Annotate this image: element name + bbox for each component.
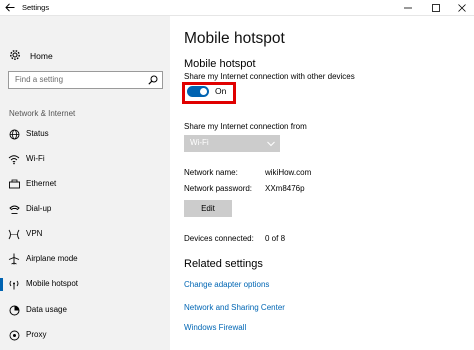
airplane-icon (8, 253, 20, 265)
sidebar-item-vpn[interactable]: VPN (0, 222, 170, 246)
data-usage-icon (8, 304, 20, 316)
network-name-label: Network name: (184, 168, 238, 177)
sidebar-item-status[interactable]: Status (0, 122, 170, 146)
search-input[interactable]: Find a setting (8, 71, 163, 89)
home-link[interactable]: Home (9, 49, 53, 63)
chevron-down-icon (267, 139, 275, 149)
minimize-icon[interactable] (396, 0, 420, 16)
sidebar-item-label: VPN (26, 229, 43, 238)
devices-connected-value: 0 of 8 (265, 234, 286, 243)
devices-connected-label: Devices connected: (184, 234, 254, 243)
share-from-label: Share my Internet connection from (184, 122, 307, 131)
search-icon[interactable] (148, 75, 158, 87)
section-label: Network & Internet (9, 109, 76, 118)
sidebar-item-dial-up[interactable]: Dial-up (0, 197, 170, 221)
hotspot-toggle[interactable] (187, 86, 209, 97)
network-password-value: XXm8476p (265, 184, 305, 193)
page-title: Mobile hotspot (184, 30, 285, 47)
proxy-icon (8, 329, 20, 341)
title-bar: Settings (0, 0, 474, 16)
toggle-knob (200, 88, 207, 95)
sidebar-item-label: Ethernet (26, 179, 57, 188)
close-icon[interactable] (450, 0, 474, 16)
sidebar-item-label: Wi-Fi (26, 154, 45, 163)
vpn-icon (8, 228, 20, 240)
sidebar: Home Find a setting Network & Internet S… (0, 16, 170, 350)
sidebar-item-label: Status (26, 129, 49, 138)
phone-icon (8, 203, 20, 215)
gear-icon (9, 49, 21, 63)
sidebar-item-airplane-mode[interactable]: Airplane mode (0, 247, 170, 271)
ethernet-icon (8, 178, 20, 190)
sidebar-item-wifi[interactable]: Wi-Fi (0, 147, 170, 171)
share-from-select[interactable]: Wi-Fi (184, 135, 280, 152)
globe-icon (8, 128, 20, 140)
window-title: Settings (22, 3, 50, 12)
back-arrow-icon[interactable] (3, 1, 16, 14)
related-settings-heading: Related settings (184, 258, 263, 270)
network-sharing-center-link[interactable]: Network and Sharing Center (184, 303, 285, 312)
sidebar-item-mobile-hotspot[interactable]: Mobile hotspot (0, 272, 170, 296)
sidebar-item-ethernet[interactable]: Ethernet (0, 172, 170, 196)
main-content: Mobile hotspot Mobile hotspot Share my I… (170, 16, 474, 350)
sidebar-item-label: Mobile hotspot (26, 279, 79, 288)
home-label: Home (30, 51, 53, 61)
windows-firewall-link[interactable]: Windows Firewall (184, 323, 246, 332)
share-from-value: Wi-Fi (190, 138, 209, 147)
sidebar-item-label: Dial-up (26, 204, 52, 213)
edit-button[interactable]: Edit (184, 200, 232, 217)
sidebar-item-label: Airplane mode (26, 254, 78, 263)
wifi-icon (8, 153, 20, 165)
hotspot-icon (8, 278, 20, 290)
search-placeholder: Find a setting (15, 75, 64, 84)
hotspot-description: Share my Internet connection with other … (184, 72, 355, 81)
sidebar-item-label: Data usage (26, 305, 67, 314)
hotspot-heading: Mobile hotspot (184, 58, 256, 70)
toggle-state: On (215, 86, 227, 96)
network-password-label: Network password: (184, 184, 253, 193)
sidebar-item-data-usage[interactable]: Data usage (0, 298, 170, 322)
maximize-icon[interactable] (424, 0, 448, 16)
change-adapter-options-link[interactable]: Change adapter options (184, 280, 269, 289)
sidebar-item-label: Proxy (26, 330, 47, 339)
network-name-value: wikiHow.com (265, 168, 312, 177)
sidebar-item-proxy[interactable]: Proxy (0, 323, 170, 347)
